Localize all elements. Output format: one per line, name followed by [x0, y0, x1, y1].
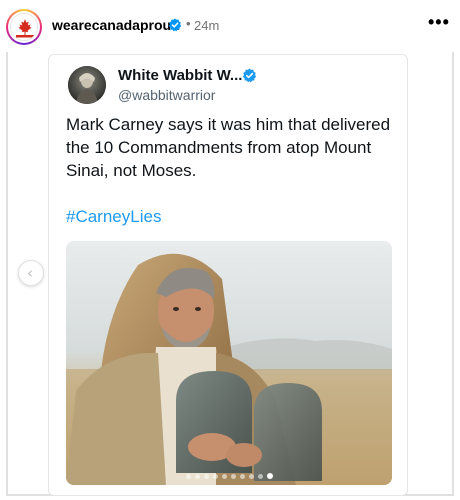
tweet-verified-icon	[242, 68, 257, 83]
carousel-prev-button[interactable]: ‹	[18, 260, 44, 286]
carousel-dot[interactable]	[230, 474, 236, 479]
profile-avatar[interactable]	[6, 9, 42, 45]
separator-dot: •	[186, 16, 191, 31]
carousel-dot[interactable]	[185, 474, 191, 479]
carousel-dot[interactable]	[194, 474, 200, 479]
tweet-hashtag: #CarneyLies	[66, 207, 162, 226]
tweet-display-name: White Wabbit W...	[118, 67, 243, 84]
carousel-dot[interactable]	[266, 473, 273, 479]
tweet-avatar	[68, 66, 106, 104]
carousel-dot[interactable]	[212, 474, 218, 479]
chevron-left-icon: ‹	[27, 264, 33, 282]
tweet-media-image	[66, 241, 392, 485]
more-options-icon[interactable]: •••	[428, 12, 450, 33]
verified-badge-icon	[168, 18, 182, 32]
carousel-dot[interactable]	[203, 474, 209, 479]
carousel-dot[interactable]	[248, 474, 254, 479]
carousel-dot[interactable]	[239, 474, 245, 479]
tweet-handle: @wabbitwarrior	[118, 87, 216, 103]
tweet-screenshot: White Wabbit W... @wabbitwarrior Mark Ca…	[48, 54, 408, 496]
carousel-dot[interactable]	[257, 474, 263, 479]
post-header: wearecanadaproud • 24m •••	[0, 0, 460, 52]
post-username[interactable]: wearecanadaproud	[52, 17, 180, 33]
post-timestamp[interactable]: 24m	[194, 18, 219, 33]
carousel-dots	[66, 473, 392, 479]
carousel-dot[interactable]	[221, 474, 227, 479]
maple-leaf-logo-icon	[10, 13, 38, 41]
tweet-text: Mark Carney says it was him that deliver…	[66, 115, 391, 180]
